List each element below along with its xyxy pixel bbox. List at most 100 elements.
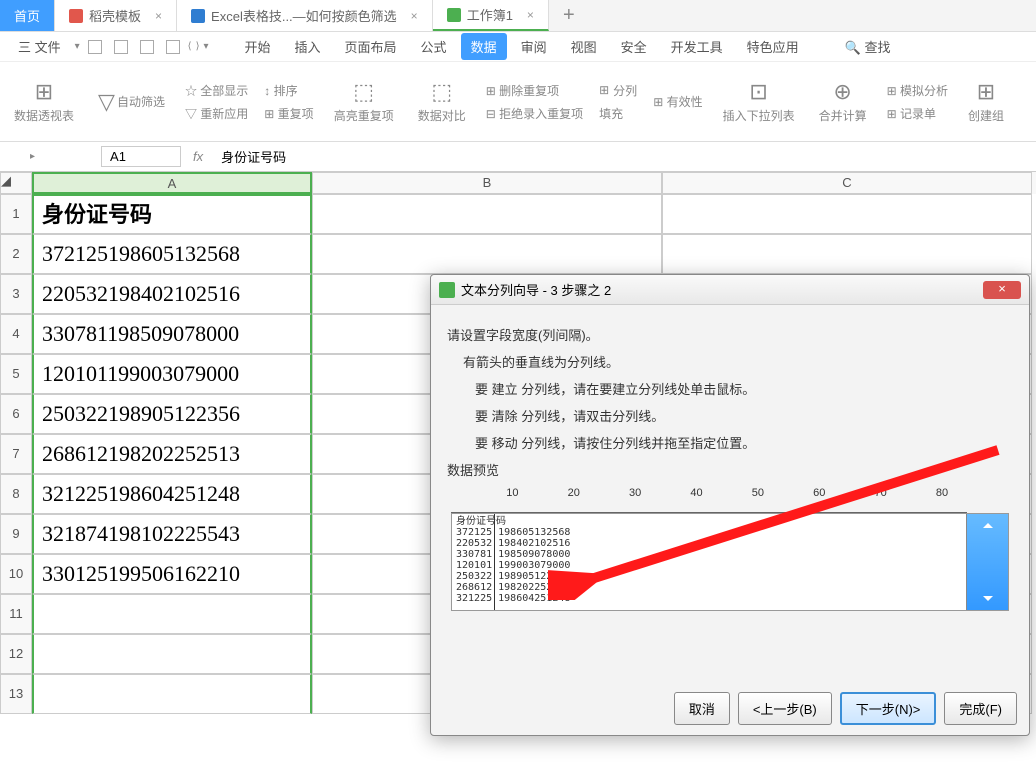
cell[interactable] <box>32 674 312 714</box>
next-button[interactable]: 下一步(N)> <box>840 692 937 725</box>
finish-button[interactable]: 完成(F) <box>944 692 1017 725</box>
row-header[interactable]: 10 <box>0 554 32 594</box>
sheet-icon <box>447 8 461 22</box>
tab-templates[interactable]: 稻壳模板 × <box>55 0 177 31</box>
cell[interactable] <box>662 234 1032 274</box>
row-header[interactable]: 13 <box>0 674 32 714</box>
menu-review[interactable]: 审阅 <box>511 33 557 60</box>
cell[interactable] <box>32 594 312 634</box>
cell[interactable]: 身份证号码 <box>32 194 312 234</box>
qat-icon[interactable] <box>88 40 102 54</box>
qat-icon[interactable] <box>140 40 154 54</box>
ribbon-whatif[interactable]: ⊞ 模拟分析 <box>883 80 952 101</box>
new-tab-button[interactable]: + <box>549 0 589 31</box>
column-headers: ◢ A B C <box>0 172 1036 194</box>
menu-bar: 三 文件 ▾ ⟨ ⟩ ▾ 开始 插入 页面布局 公式 数据 审阅 视图 安全 开… <box>0 32 1036 62</box>
app-icon <box>439 282 455 298</box>
ribbon-dup[interactable]: ⊞ 重复项 <box>260 103 317 124</box>
tab-label: 稻壳模板 <box>89 6 141 25</box>
ribbon-label: 自动筛选 <box>117 93 165 110</box>
ribbon-split[interactable]: ⊞ 分列 <box>595 80 641 101</box>
cell[interactable] <box>312 234 662 274</box>
row-header[interactable]: 3 <box>0 274 32 314</box>
row-header[interactable]: 6 <box>0 394 32 434</box>
row-header[interactable]: 7 <box>0 434 32 474</box>
tab-home[interactable]: 首页 <box>0 0 55 31</box>
close-icon[interactable]: × <box>411 9 418 23</box>
ribbon-highlight[interactable]: ⬚高亮重复项 <box>326 79 402 124</box>
close-icon[interactable]: × <box>155 9 162 23</box>
ribbon-label: 创建组 <box>968 107 1004 124</box>
row-header[interactable]: 9 <box>0 514 32 554</box>
cell[interactable]: 321225198604251248 <box>32 474 312 514</box>
tick: 10 <box>506 487 518 499</box>
dialog-titlebar[interactable]: 文本分列向导 - 3 步骤之 2 × <box>431 275 1029 305</box>
row-header[interactable]: 12 <box>0 634 32 674</box>
cell[interactable]: 120101199003079000 <box>32 354 312 394</box>
row-header[interactable]: 4 <box>0 314 32 354</box>
fx-icon[interactable]: fx <box>181 149 215 164</box>
menu-special[interactable]: 特色应用 <box>737 33 809 60</box>
row-header[interactable]: 5 <box>0 354 32 394</box>
ribbon-consolidate[interactable]: ⊕合并计算 <box>811 79 875 124</box>
scrollbar[interactable] <box>966 514 1008 610</box>
row-header[interactable]: 11 <box>0 594 32 634</box>
cell[interactable]: 330781198509078000 <box>32 314 312 354</box>
col-header-c[interactable]: C <box>662 172 1032 194</box>
tab-excel-doc[interactable]: Excel表格技...—如何按颜色筛选 × <box>177 0 433 31</box>
row-header[interactable]: 2 <box>0 234 32 274</box>
qat-icon[interactable] <box>166 40 180 54</box>
ribbon-sort[interactable]: ↕ 排序 <box>260 80 317 101</box>
menu-layout[interactable]: 页面布局 <box>335 33 407 60</box>
formula-input[interactable]: 身份证号码 <box>215 147 292 166</box>
cell[interactable]: 268612198202252513 <box>32 434 312 474</box>
menu-insert[interactable]: 插入 <box>285 33 331 60</box>
select-all[interactable]: ◢ <box>0 172 32 194</box>
preview-text: 身份证号码 372125 198605132568 220532 1984021… <box>452 514 966 610</box>
menu-formula[interactable]: 公式 <box>411 33 457 60</box>
menu-file[interactable]: 三 文件 <box>8 33 71 60</box>
qat-icon[interactable] <box>114 40 128 54</box>
cell[interactable] <box>662 194 1032 234</box>
cancel-button[interactable]: 取消 <box>674 692 730 725</box>
ribbon-dropdown[interactable]: ⊡插入下拉列表 <box>715 79 803 124</box>
preview-box[interactable]: 身份证号码 372125 198605132568 220532 1984021… <box>451 513 1009 611</box>
ruler[interactable]: 10 20 30 40 50 60 70 80 <box>451 487 1009 513</box>
ribbon-deldup[interactable]: ⊞ 删除重复项 <box>482 80 587 101</box>
close-button[interactable]: × <box>983 281 1021 299</box>
col-header-b[interactable]: B <box>312 172 662 194</box>
cell[interactable]: 250322198905122356 <box>32 394 312 434</box>
cell[interactable]: 330125199506162210 <box>32 554 312 594</box>
ribbon-fill[interactable]: 填充 <box>595 103 641 124</box>
menu-view[interactable]: 视图 <box>561 33 607 60</box>
cell[interactable]: 372125198605132568 <box>32 234 312 274</box>
ribbon-showall[interactable]: ☆ 全部显示 <box>181 80 252 101</box>
name-box[interactable]: A1 <box>101 146 181 167</box>
close-icon[interactable]: × <box>527 8 534 22</box>
ribbon-pivot[interactable]: ⊞数据透视表 <box>6 79 82 124</box>
ribbon-compare[interactable]: ⬚数据对比 <box>410 79 474 124</box>
split-line[interactable] <box>494 514 495 610</box>
row-header[interactable]: 8 <box>0 474 32 514</box>
menu-data[interactable]: 数据 <box>461 33 507 60</box>
ribbon-group[interactable]: ⊞创建组 <box>960 79 1012 124</box>
ribbon-rejectdup[interactable]: ⊟ 拒绝录入重复项 <box>482 103 587 124</box>
menu-security[interactable]: 安全 <box>611 33 657 60</box>
search-button[interactable]: 🔍 查找 <box>835 33 901 60</box>
ribbon-filter[interactable]: ▽自动筛选 <box>90 89 173 115</box>
col-header-a[interactable]: A <box>32 172 312 194</box>
tab-workbook[interactable]: 工作簿1 × <box>433 0 549 31</box>
cell[interactable] <box>312 194 662 234</box>
ribbon-validation[interactable]: ⊞ 有效性 <box>649 91 706 112</box>
expand-icon[interactable]: ▸ <box>0 151 65 162</box>
row-header[interactable]: 1 <box>0 194 32 234</box>
cell[interactable]: 321874198102225543 <box>32 514 312 554</box>
ribbon-reapply[interactable]: ▽ 重新应用 <box>181 103 252 124</box>
cell[interactable] <box>32 634 312 674</box>
instruction: 要 清除 分列线，请双击分列线。 <box>447 406 1013 425</box>
cell[interactable]: 220532198402102516 <box>32 274 312 314</box>
menu-devtools[interactable]: 开发工具 <box>661 33 733 60</box>
ribbon-record[interactable]: ⊞ 记录单 <box>883 103 952 124</box>
menu-start[interactable]: 开始 <box>235 33 281 60</box>
prev-button[interactable]: <上一步(B) <box>738 692 832 725</box>
